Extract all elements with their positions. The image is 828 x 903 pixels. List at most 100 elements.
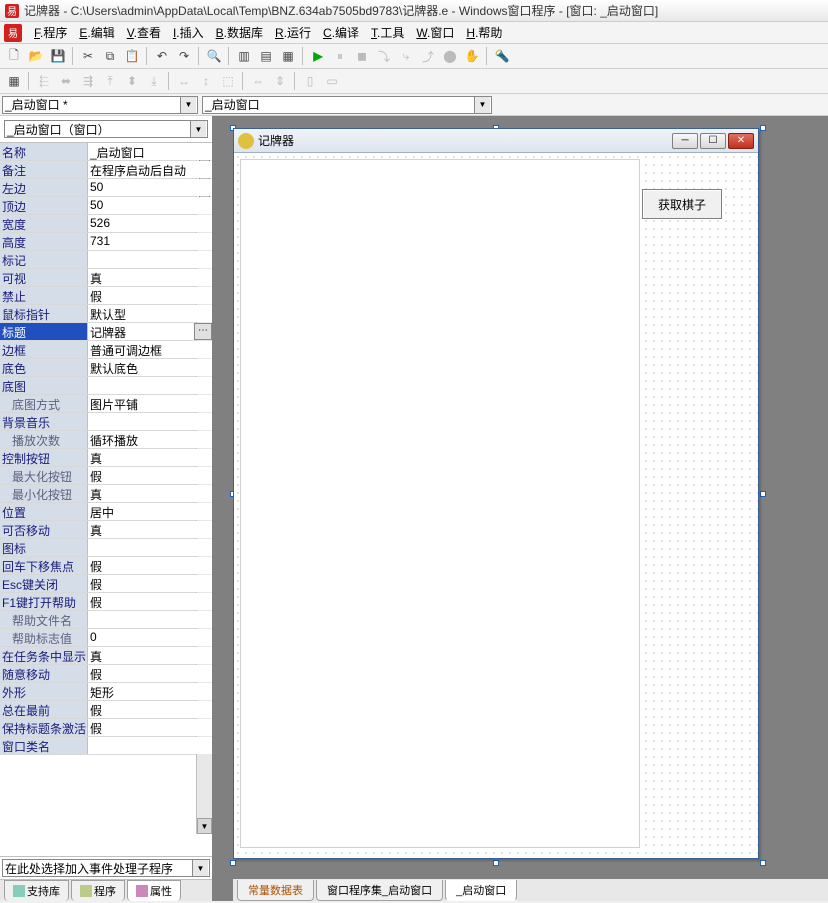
property-row[interactable]: 顶边50 — [0, 197, 212, 215]
property-value[interactable] — [88, 413, 212, 430]
property-row[interactable]: 播放次数循环播放 — [0, 431, 212, 449]
property-row[interactable]: 最大化按钮假 — [0, 467, 212, 485]
scroll-down-icon[interactable]: ▼ — [197, 818, 212, 834]
property-row[interactable]: 保持标题条激活假 — [0, 719, 212, 737]
property-row[interactable]: 图标 — [0, 539, 212, 557]
property-row[interactable]: 背景音乐 — [0, 413, 212, 431]
property-value[interactable]: 图片平铺 — [88, 395, 212, 412]
menu-b[interactable]: B.数据库 — [210, 22, 269, 43]
property-value[interactable] — [88, 377, 212, 394]
hand-icon[interactable]: ✋ — [462, 46, 482, 66]
property-value[interactable]: 假 — [88, 701, 212, 718]
property-row[interactable]: 控制按钮真 — [0, 449, 212, 467]
property-grid[interactable]: ▲ ▼ 名称_启动窗口备注在程序启动后自动左边50顶边50宽度526高度731标… — [0, 142, 212, 856]
property-value[interactable]: 526 — [88, 215, 212, 232]
property-value[interactable]: 50 — [88, 179, 212, 196]
copy-icon[interactable]: ⧉ — [100, 46, 120, 66]
property-value[interactable]: 50 — [88, 197, 212, 214]
property-value[interactable]: 真 — [88, 269, 212, 286]
event-selector[interactable]: 在此处选择加入事件处理子程序▼ — [2, 859, 210, 877]
same-height-icon[interactable]: ↕ — [196, 71, 216, 91]
property-value[interactable]: 矩形 — [88, 683, 212, 700]
ellipsis-button[interactable]: ⋯ — [194, 323, 212, 340]
property-value[interactable]: 记牌器⋯ — [88, 323, 212, 340]
tab-程序[interactable]: 程序 — [71, 880, 125, 901]
property-row[interactable]: 宽度526 — [0, 215, 212, 233]
form-client-area[interactable]: 获取棋子 — [234, 153, 758, 858]
property-row[interactable]: 左边50 — [0, 179, 212, 197]
breakpoint-icon[interactable]: ⬤ — [440, 46, 460, 66]
property-row[interactable]: 最小化按钮真 — [0, 485, 212, 503]
property-row[interactable]: 标题记牌器⋯ — [0, 323, 212, 341]
menu-h[interactable]: H.帮助 — [460, 22, 508, 43]
property-row[interactable]: Esc键关闭假 — [0, 575, 212, 593]
property-row[interactable]: 高度731 — [0, 233, 212, 251]
property-row[interactable]: 位置居中 — [0, 503, 212, 521]
new-icon[interactable]: 🗋 — [4, 46, 24, 66]
property-value[interactable]: _启动窗口 — [88, 143, 212, 160]
pause-icon[interactable]: ⏸ — [330, 46, 350, 66]
property-value[interactable] — [88, 737, 212, 754]
property-value[interactable]: 居中 — [88, 503, 212, 520]
editor-tab[interactable]: _启动窗口 — [445, 880, 517, 901]
property-value[interactable]: 真 — [88, 449, 212, 466]
form-panel[interactable] — [240, 159, 640, 848]
menu-i[interactable]: I.插入 — [167, 22, 210, 43]
align-middle-icon[interactable]: ⬍ — [122, 71, 142, 91]
selection-handle[interactable] — [760, 860, 766, 866]
property-row[interactable]: 标记 — [0, 251, 212, 269]
panel3-icon[interactable]: ▦ — [278, 46, 298, 66]
redo-icon[interactable]: ↷ — [174, 46, 194, 66]
selection-handle[interactable] — [230, 860, 236, 866]
form-designer-window[interactable]: 记牌器 ─ ☐ ✕ 获取棋子 — [233, 128, 759, 859]
step-over-icon[interactable]: ⤵ — [374, 46, 394, 66]
vspace-icon[interactable]: ⇕ — [270, 71, 290, 91]
property-row[interactable]: 边框普通可调边框 — [0, 341, 212, 359]
menu-f[interactable]: F.程序 — [28, 22, 73, 43]
property-value[interactable] — [88, 539, 212, 556]
property-row[interactable]: F1键打开帮助假 — [0, 593, 212, 611]
property-row[interactable]: 帮助标志值0 — [0, 629, 212, 647]
run-icon[interactable]: ▶ — [308, 46, 328, 66]
center-v-icon[interactable]: ▭ — [322, 71, 342, 91]
property-value[interactable]: 默认型 — [88, 305, 212, 322]
property-row[interactable]: 回车下移焦点假 — [0, 557, 212, 575]
same-width-icon[interactable]: ↔ — [174, 71, 194, 91]
property-value[interactable]: 假 — [88, 719, 212, 736]
align-center-icon[interactable]: ⬌ — [56, 71, 76, 91]
combo-unit[interactable]: _启动窗口 *▼ — [2, 96, 198, 114]
grid-icon[interactable]: ▦ — [4, 71, 24, 91]
tab-支持库[interactable]: 支持库 — [4, 880, 69, 901]
open-icon[interactable]: 📂 — [26, 46, 46, 66]
property-value[interactable]: 0 — [88, 629, 212, 646]
property-value[interactable] — [88, 251, 212, 268]
menu-r[interactable]: R.运行 — [269, 22, 317, 43]
stop-icon[interactable]: ◼ — [352, 46, 372, 66]
panel2-icon[interactable]: ▤ — [256, 46, 276, 66]
hspace-icon[interactable]: ⇔ — [248, 71, 268, 91]
object-selector[interactable]: _启动窗口（窗口）▼ — [4, 120, 208, 138]
property-value[interactable]: 假 — [88, 665, 212, 682]
button-get-chess[interactable]: 获取棋子 — [642, 189, 722, 219]
property-row[interactable]: 鼠标指针默认型 — [0, 305, 212, 323]
property-row[interactable]: 禁止假 — [0, 287, 212, 305]
menu-e[interactable]: E.编辑 — [73, 22, 120, 43]
property-value[interactable]: 真 — [88, 521, 212, 538]
close-icon[interactable]: ✕ — [728, 133, 754, 149]
property-value[interactable]: 在程序启动后自动 — [88, 161, 212, 178]
menu-t[interactable]: T.工具 — [365, 22, 410, 43]
panel1-icon[interactable]: ▥ — [234, 46, 254, 66]
find-icon[interactable]: 🔍 — [204, 46, 224, 66]
property-value[interactable]: 假 — [88, 557, 212, 574]
editor-tab[interactable]: 窗口程序集_启动窗口 — [316, 880, 443, 901]
menu-w[interactable]: W.窗口 — [410, 22, 460, 43]
property-row[interactable]: 外形矩形 — [0, 683, 212, 701]
paste-icon[interactable]: 📋 — [122, 46, 142, 66]
property-row[interactable]: 底色默认底色 — [0, 359, 212, 377]
tab-属性[interactable]: 属性 — [127, 880, 181, 901]
property-value[interactable]: 默认底色 — [88, 359, 212, 376]
property-row[interactable]: 在任务条中显示真 — [0, 647, 212, 665]
property-row[interactable]: 底图方式图片平铺 — [0, 395, 212, 413]
property-value[interactable]: 假 — [88, 287, 212, 304]
property-row[interactable]: 随意移动假 — [0, 665, 212, 683]
